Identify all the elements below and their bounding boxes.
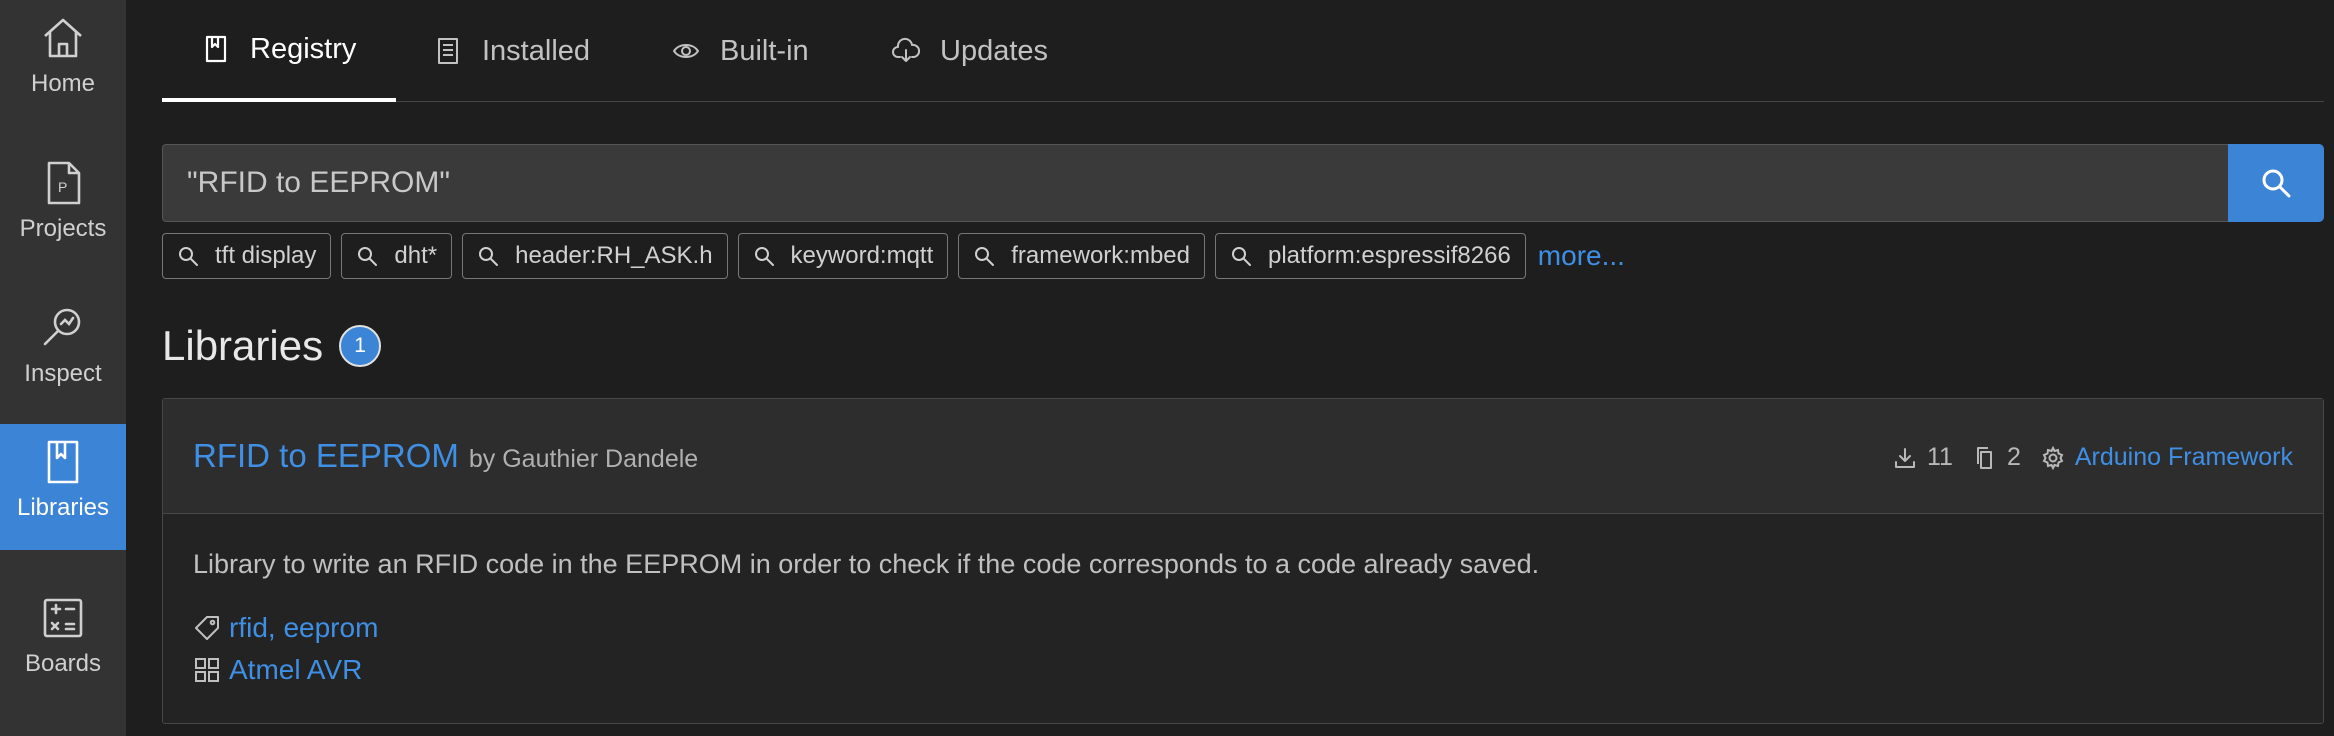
search-suggestions: tft display dht* header:RH_ASK.h keyword… bbox=[162, 233, 1625, 279]
tab-bar: Registry Installed Built-in Updates bbox=[162, 0, 2324, 102]
search-input[interactable] bbox=[162, 144, 2230, 222]
libraries-heading: Libraries bbox=[162, 322, 324, 369]
search-icon bbox=[479, 247, 499, 266]
examples-count: 2 bbox=[1973, 443, 2021, 472]
sidebar-item-label: Inspect bbox=[24, 360, 102, 387]
tab-updates[interactable]: Updates bbox=[892, 0, 1048, 102]
projects-icon: P bbox=[47, 161, 81, 205]
platform-link[interactable]: Atmel AVR bbox=[229, 654, 362, 686]
inspect-icon bbox=[43, 308, 81, 346]
tab-label: Registry bbox=[250, 32, 357, 65]
search-icon bbox=[179, 247, 198, 266]
svg-text:P: P bbox=[58, 179, 67, 195]
sidebar-item-label: Libraries bbox=[16, 494, 110, 521]
eye-icon bbox=[672, 44, 700, 58]
downloads-count: 11 bbox=[1893, 443, 1953, 472]
suggestion-chip[interactable]: platform:espressif8266 bbox=[1215, 233, 1526, 279]
sidebar-item-boards[interactable]: Boards bbox=[0, 580, 126, 706]
sidebar-item-home[interactable]: Home bbox=[0, 0, 126, 126]
downloads-value: 11 bbox=[1927, 443, 1953, 471]
examples-value: 2 bbox=[2006, 443, 2021, 471]
tab-installed[interactable]: Installed bbox=[434, 0, 590, 102]
boards-icon bbox=[43, 598, 83, 638]
main-content: Registry Installed Built-in Updates tft … bbox=[162, 0, 2324, 736]
cloud-download-icon bbox=[892, 37, 920, 62]
search-button[interactable] bbox=[2228, 144, 2324, 222]
framework-link[interactable]: Arduino Framework bbox=[2075, 443, 2293, 472]
tag-icon bbox=[195, 616, 219, 640]
sidebar-item-label: Boards bbox=[24, 650, 102, 677]
library-author: by Gauthier Dandele bbox=[468, 445, 699, 473]
chip-label: keyword:mqtt bbox=[790, 242, 934, 269]
suggestion-chip[interactable]: header:RH_ASK.h bbox=[462, 233, 728, 279]
search-icon bbox=[975, 247, 995, 266]
gear-icon bbox=[2042, 445, 2064, 470]
library-title-row: RFID to EEPROM by Gauthier Dandele bbox=[193, 437, 698, 475]
download-icon bbox=[1895, 447, 1915, 468]
search-icon bbox=[754, 247, 774, 266]
library-card-header: RFID to EEPROM by Gauthier Dandele 11 2 … bbox=[163, 399, 2323, 514]
suggestion-chip[interactable]: keyword:mqtt bbox=[737, 233, 949, 279]
chip-label: header:RH_ASK.h bbox=[515, 242, 713, 269]
suggestion-chip[interactable]: dht* bbox=[341, 233, 453, 279]
home-icon bbox=[44, 18, 82, 58]
tab-registry[interactable]: Registry bbox=[162, 0, 397, 102]
keywords-link[interactable]: rfid, eeprom bbox=[229, 612, 378, 644]
suggestion-chip[interactable]: framework:mbed bbox=[958, 233, 1205, 279]
copy-icon bbox=[1976, 446, 1992, 469]
chip-label: dht* bbox=[394, 242, 438, 269]
grid-icon bbox=[195, 658, 219, 682]
libraries-icon bbox=[47, 440, 79, 484]
count-badge: 1 bbox=[339, 325, 382, 367]
bookmark-icon bbox=[205, 35, 227, 63]
platform-row: Atmel AVR bbox=[193, 654, 362, 686]
sidebar-item-label: Home bbox=[30, 70, 96, 97]
search-bar bbox=[162, 144, 2324, 222]
library-name-link[interactable]: RFID to EEPROM bbox=[193, 437, 459, 475]
chip-label: platform:espressif8266 bbox=[1268, 242, 1511, 269]
tab-label: Built-in bbox=[720, 34, 809, 67]
chip-label: tft display bbox=[215, 242, 317, 269]
sidebar: Home P Projects Inspect Libraries Boards bbox=[0, 0, 126, 736]
search-icon bbox=[1232, 247, 1251, 266]
framework-item: Arduino Framework bbox=[2041, 443, 2293, 472]
sidebar-item-libraries[interactable]: Libraries bbox=[0, 424, 126, 550]
sidebar-item-projects[interactable]: P Projects bbox=[0, 145, 126, 271]
library-card: RFID to EEPROM by Gauthier Dandele 11 2 … bbox=[162, 398, 2324, 724]
section-title: Libraries 1 bbox=[162, 322, 382, 370]
tab-built-in[interactable]: Built-in bbox=[672, 0, 809, 102]
chip-label: framework:mbed bbox=[1011, 242, 1190, 269]
suggestion-chip[interactable]: tft display bbox=[162, 233, 332, 279]
search-icon bbox=[358, 247, 378, 266]
tab-label: Updates bbox=[940, 34, 1049, 67]
sidebar-item-inspect[interactable]: Inspect bbox=[0, 290, 126, 416]
sidebar-item-label: Projects bbox=[19, 215, 107, 242]
tab-label: Installed bbox=[482, 34, 591, 67]
search-icon bbox=[2262, 169, 2291, 198]
keywords-row: rfid, eeprom bbox=[193, 612, 378, 644]
list-icon bbox=[438, 38, 458, 64]
library-description: Library to write an RFID code in the EEP… bbox=[193, 549, 1540, 579]
library-meta: 11 2 Arduino Framework bbox=[1873, 443, 2293, 472]
more-suggestions-link[interactable]: more... bbox=[1538, 240, 1625, 272]
